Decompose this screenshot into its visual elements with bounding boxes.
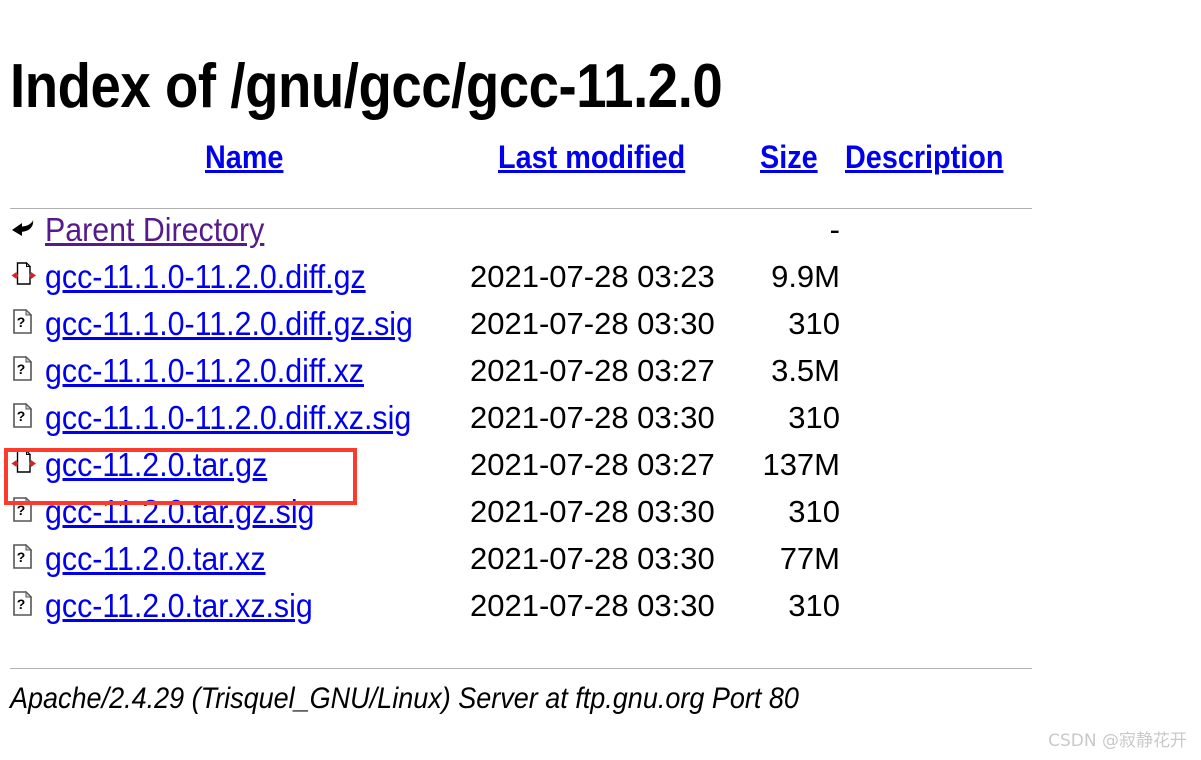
svg-text:?: ? — [17, 502, 26, 518]
unknown-file-icon: ? — [10, 354, 36, 384]
file-size: 310 — [788, 400, 840, 435]
parent-directory-icon — [10, 213, 36, 243]
unknown-file-icon: ? — [10, 589, 36, 619]
file-size: 310 — [788, 306, 840, 341]
table-row[interactable]: gcc-11.1.0-11.2.0.diff.gz 2021-07-28 03:… — [0, 255, 1201, 302]
column-header-row: Name Last modified Size Description — [0, 128, 1201, 186]
compressed-file-icon — [10, 448, 36, 478]
file-link[interactable]: gcc-11.2.0.tar.xz.sig — [45, 584, 313, 628]
svg-text:?: ? — [17, 408, 26, 424]
svg-text:?: ? — [17, 314, 26, 330]
file-link[interactable]: gcc-11.2.0.tar.gz.sig — [45, 490, 314, 534]
sort-by-size-link[interactable]: Size — [760, 138, 818, 176]
footer-divider — [10, 668, 1032, 669]
table-row[interactable]: ? gcc-11.2.0.tar.gz.sig 2021-07-28 03:30… — [0, 490, 1201, 537]
file-link[interactable]: gcc-11.1.0-11.2.0.diff.gz.sig — [45, 302, 413, 346]
file-link[interactable]: gcc-11.1.0-11.2.0.diff.xz — [45, 349, 364, 393]
file-size: 3.5M — [771, 353, 840, 388]
table-row[interactable]: Parent Directory - — [0, 208, 1201, 255]
watermark: CSDN @寂静花开 — [1048, 731, 1187, 751]
file-size: 137M — [762, 447, 840, 482]
file-size: 310 — [788, 494, 840, 529]
sort-by-name-link[interactable]: Name — [205, 138, 283, 176]
sort-by-last-modified-link[interactable]: Last modified — [498, 138, 685, 176]
table-row[interactable]: ? gcc-11.1.0-11.2.0.diff.xz.sig 2021-07-… — [0, 396, 1201, 443]
file-link[interactable]: gcc-11.2.0.tar.xz — [45, 537, 265, 581]
table-row[interactable]: ? gcc-11.1.0-11.2.0.diff.xz 2021-07-28 0… — [0, 349, 1201, 396]
file-size: 310 — [788, 588, 840, 623]
file-size: 77M — [779, 541, 840, 576]
compressed-file-icon — [10, 260, 36, 290]
file-link[interactable]: Parent Directory — [45, 208, 264, 252]
table-row[interactable]: ? gcc-11.2.0.tar.xz.sig 2021-07-28 03:30… — [0, 584, 1201, 631]
unknown-file-icon: ? — [10, 307, 36, 337]
file-list: Parent Directory - gcc-11.1.0-11.2.0.dif… — [0, 208, 1201, 631]
file-size: - — [829, 212, 840, 247]
svg-text:?: ? — [17, 549, 26, 565]
file-size: 9.9M — [771, 259, 840, 294]
page-title: Index of /gnu/gcc/gcc-11.2.0 — [10, 51, 723, 121]
table-row[interactable]: ? gcc-11.1.0-11.2.0.diff.gz.sig 2021-07-… — [0, 302, 1201, 349]
unknown-file-icon: ? — [10, 495, 36, 525]
svg-text:?: ? — [17, 361, 26, 377]
table-row[interactable]: gcc-11.2.0.tar.gz 2021-07-28 03:27 137M — [0, 443, 1201, 490]
server-signature: Apache/2.4.29 (Trisquel_GNU/Linux) Serve… — [10, 682, 799, 715]
unknown-file-icon: ? — [10, 401, 36, 431]
table-row[interactable]: ? gcc-11.2.0.tar.xz 2021-07-28 03:30 77M — [0, 537, 1201, 584]
svg-text:?: ? — [17, 596, 26, 612]
unknown-file-icon: ? — [10, 542, 36, 572]
file-link[interactable]: gcc-11.2.0.tar.gz — [45, 443, 267, 487]
file-link[interactable]: gcc-11.1.0-11.2.0.diff.gz — [45, 255, 366, 299]
sort-by-description-link[interactable]: Description — [845, 138, 1003, 176]
file-link[interactable]: gcc-11.1.0-11.2.0.diff.xz.sig — [45, 396, 411, 440]
